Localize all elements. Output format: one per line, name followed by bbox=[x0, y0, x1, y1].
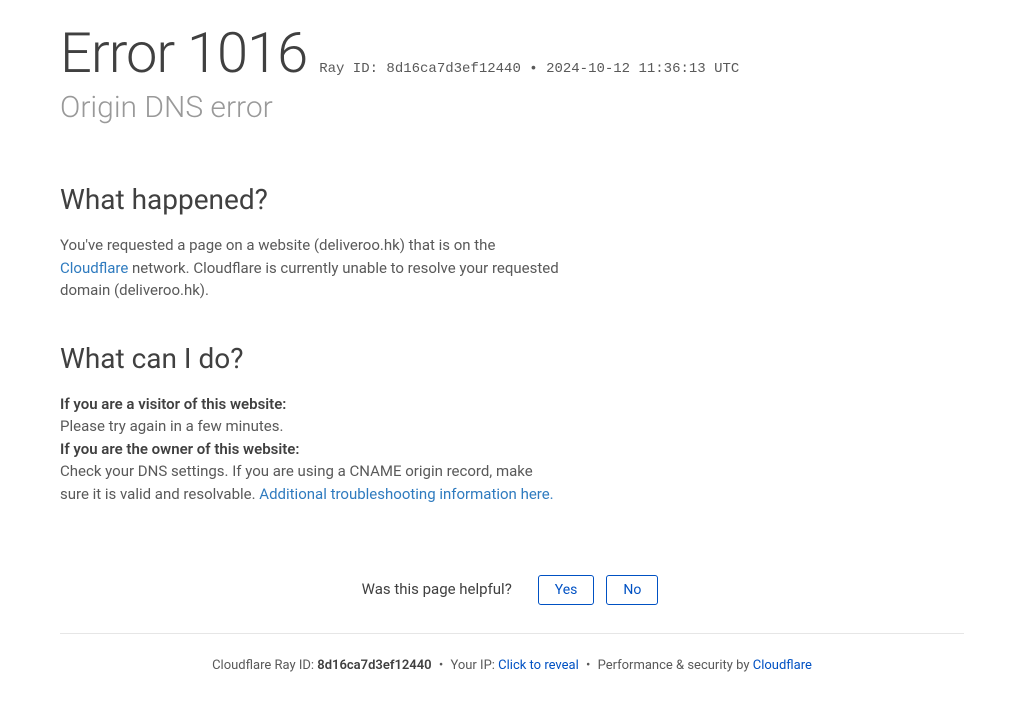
footer-cloudflare-link[interactable]: Cloudflare bbox=[753, 658, 812, 673]
what-happened-heading: What happened? bbox=[60, 183, 560, 216]
footer-ray-id: 8d16ca7d3ef12440 bbox=[317, 658, 431, 673]
wh-text-after: network. Cloudflare is currently unable … bbox=[60, 259, 559, 300]
meta-bullet: • bbox=[521, 61, 546, 77]
wh-text-before: You've requested a page on a website (de… bbox=[60, 236, 495, 254]
owner-heading: If you are the owner of this website: bbox=[60, 438, 560, 461]
footer-bullet-1: • bbox=[436, 658, 447, 673]
footer: Cloudflare Ray ID: 8d16ca7d3ef12440 • Yo… bbox=[0, 634, 1024, 697]
what-can-i-do-heading: What can I do? bbox=[60, 342, 560, 375]
error-title: Error 1016 bbox=[60, 20, 307, 86]
footer-ip-label: Your IP: bbox=[450, 658, 498, 673]
visitor-text: Please try again in a few minutes. bbox=[60, 415, 560, 438]
feedback-question: Was this page helpful? bbox=[362, 580, 512, 598]
footer-ray-label: Cloudflare Ray ID: bbox=[212, 658, 317, 673]
ray-meta: Ray ID: 8d16ca7d3ef12440 • 2024-10-12 11… bbox=[319, 61, 739, 77]
yes-button[interactable]: Yes bbox=[538, 575, 595, 605]
error-subtitle: Origin DNS error bbox=[60, 90, 964, 125]
visitor-heading: If you are a visitor of this website: bbox=[60, 393, 560, 416]
troubleshooting-link[interactable]: Additional troubleshooting information h… bbox=[259, 485, 553, 503]
owner-text: Check your DNS settings. If you are usin… bbox=[60, 460, 560, 505]
ray-id-value: 8d16ca7d3ef12440 bbox=[386, 61, 520, 77]
footer-bullet-2: • bbox=[583, 658, 594, 673]
what-can-i-do-section: What can I do? If you are a visitor of t… bbox=[60, 342, 560, 506]
footer-perf-label: Performance & security by bbox=[598, 658, 753, 673]
ray-id-prefix: Ray ID: bbox=[319, 61, 386, 77]
what-happened-body: You've requested a page on a website (de… bbox=[60, 234, 560, 302]
cloudflare-link[interactable]: Cloudflare bbox=[60, 259, 128, 277]
feedback-section: Was this page helpful? Yes No bbox=[60, 575, 964, 633]
no-button[interactable]: No bbox=[606, 575, 658, 605]
timestamp: 2024-10-12 11:36:13 UTC bbox=[546, 61, 739, 77]
what-happened-section: What happened? You've requested a page o… bbox=[60, 183, 560, 302]
ip-reveal-link[interactable]: Click to reveal bbox=[498, 658, 579, 673]
